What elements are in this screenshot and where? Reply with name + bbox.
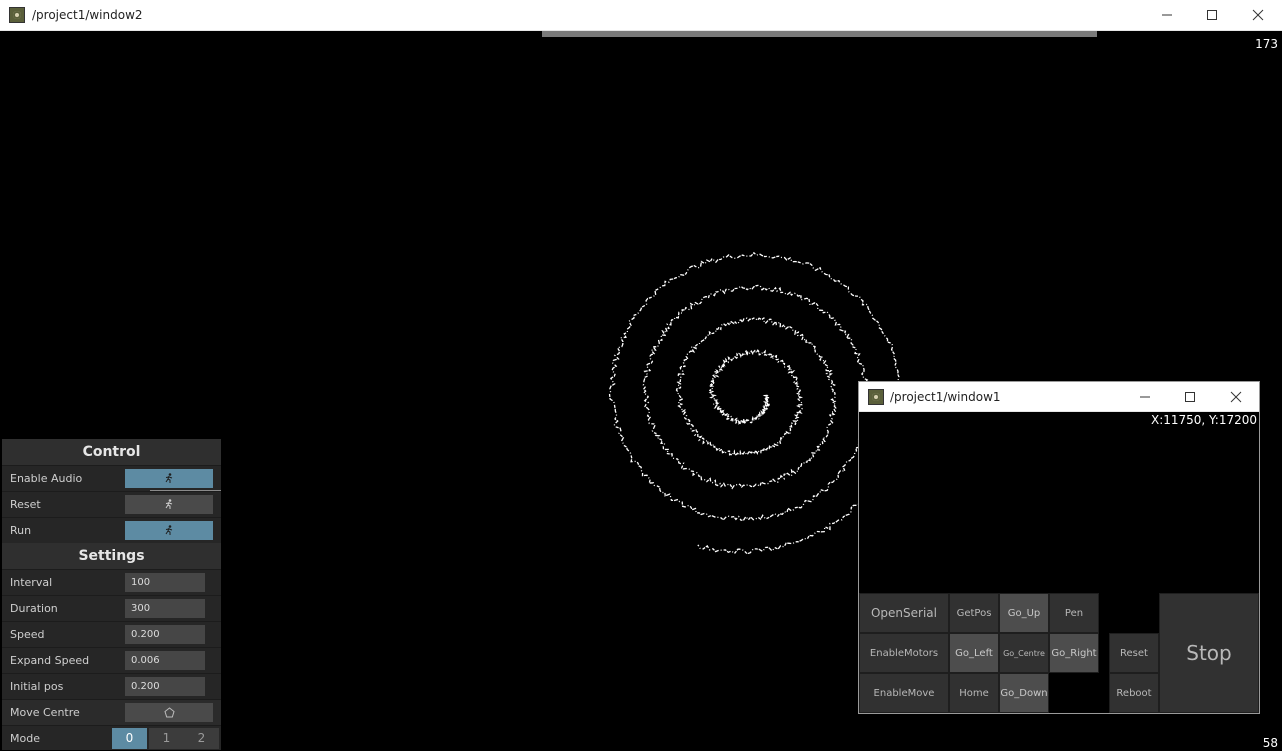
home-button[interactable]: Home xyxy=(949,673,999,713)
speed-field[interactable]: 0.200 xyxy=(125,625,205,644)
run-label: Run xyxy=(10,524,32,537)
settings-heading: Settings xyxy=(2,543,221,569)
running-man-icon xyxy=(165,473,173,483)
go-left-button[interactable]: Go_Left xyxy=(949,633,999,673)
enable-audio-label: Enable Audio xyxy=(10,472,83,485)
initial-pos-row: Initial pos 0.200 xyxy=(2,673,221,699)
enable-audio-row: Enable Audio xyxy=(2,465,221,492)
run-button[interactable] xyxy=(125,521,213,540)
duration-field[interactable]: 300 xyxy=(125,599,205,618)
open-serial-button[interactable]: OpenSerial xyxy=(859,593,949,633)
mode-option-1[interactable]: 1 xyxy=(149,728,184,749)
move-centre-row: Move Centre xyxy=(2,699,221,725)
stop-button[interactable]: Stop xyxy=(1159,593,1259,713)
reset-button[interactable]: Reset xyxy=(1109,633,1159,673)
window1: /project1/window1 X:11750, Y:17200 OpenS… xyxy=(858,381,1260,714)
go-centre-button[interactable]: Go_Centre xyxy=(999,633,1049,673)
enable-motors-button[interactable]: EnableMotors xyxy=(859,633,949,673)
minimize-icon[interactable] xyxy=(1122,382,1168,412)
get-pos-button[interactable]: GetPos xyxy=(949,593,999,633)
control-panel: Control Enable Audio Reset Run Settings … xyxy=(2,439,221,750)
expand-speed-row: Expand Speed 0.006 xyxy=(2,647,221,673)
speed-row: Speed 0.200 xyxy=(2,621,221,647)
initial-pos-label: Initial pos xyxy=(10,680,64,693)
go-down-button[interactable]: Go_Down xyxy=(999,673,1049,713)
expand-speed-field[interactable]: 0.006 xyxy=(125,651,205,670)
maximize-icon[interactable] xyxy=(1167,382,1213,412)
expand-speed-label: Expand Speed xyxy=(10,654,90,667)
window1-titlebar[interactable]: /project1/window1 xyxy=(859,382,1259,412)
move-centre-label: Move Centre xyxy=(10,706,80,719)
reset-pulse-button[interactable] xyxy=(125,495,213,514)
run-row: Run xyxy=(2,517,221,543)
control-heading: Control xyxy=(2,439,221,465)
close-icon[interactable] xyxy=(1213,382,1259,412)
enable-audio-button[interactable] xyxy=(125,469,213,488)
go-right-button[interactable]: Go_Right xyxy=(1049,633,1099,673)
interval-label: Interval xyxy=(10,576,53,589)
mode-label: Mode xyxy=(10,732,40,745)
window1-title: /project1/window1 xyxy=(890,390,1001,404)
mode-option-2[interactable]: 2 xyxy=(184,728,219,749)
touchdesigner-icon xyxy=(868,389,884,405)
pentagon-icon xyxy=(163,707,175,718)
reset-row: Reset xyxy=(2,491,221,517)
interval-row: Interval 100 xyxy=(2,569,221,595)
mode-row: Mode 0 1 2 xyxy=(2,725,221,750)
enable-move-button[interactable]: EnableMove xyxy=(859,673,949,713)
go-up-button[interactable]: Go_Up xyxy=(999,593,1049,633)
running-man-icon xyxy=(165,499,173,509)
interval-field[interactable]: 100 xyxy=(125,573,205,592)
duration-row: Duration 300 xyxy=(2,595,221,621)
initial-pos-field[interactable]: 0.200 xyxy=(125,677,205,696)
position-readout: X:11750, Y:17200 xyxy=(1150,413,1257,427)
reboot-button[interactable]: Reboot xyxy=(1109,673,1159,713)
mode-option-0[interactable]: 0 xyxy=(112,728,147,749)
move-centre-button[interactable] xyxy=(125,703,213,722)
reset-label: Reset xyxy=(10,498,41,511)
running-man-icon xyxy=(165,525,173,535)
speed-label: Speed xyxy=(10,628,45,641)
pen-button[interactable]: Pen xyxy=(1049,593,1099,633)
duration-label: Duration xyxy=(10,602,58,615)
